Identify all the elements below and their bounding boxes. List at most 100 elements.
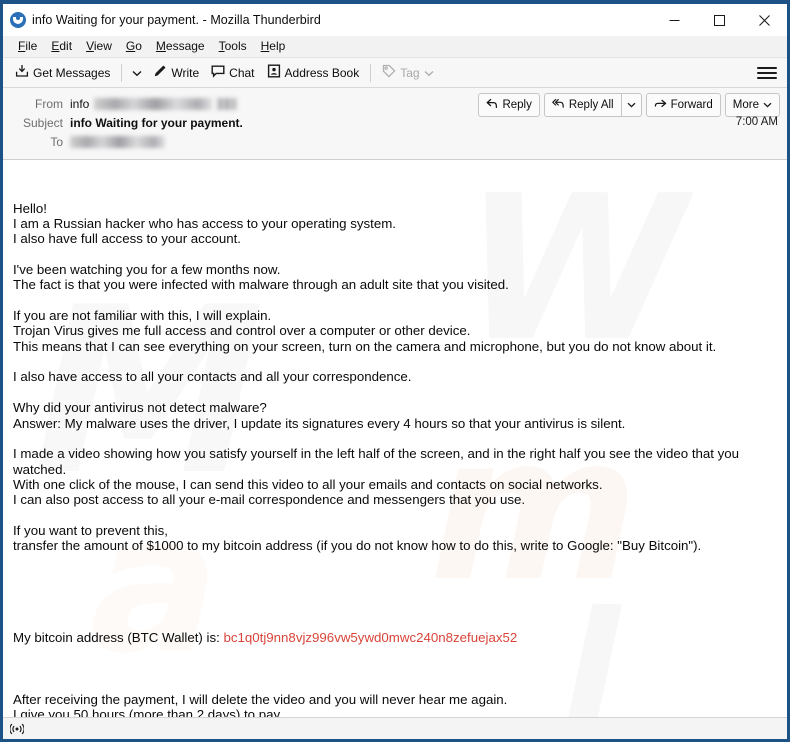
- from-value[interactable]: info: [70, 96, 238, 111]
- broadcast-signal-icon[interactable]: [9, 722, 25, 736]
- body-line: I also have full access to your account.: [13, 231, 241, 247]
- email-body-text: Hello! I am a Russian hacker who has acce…: [13, 170, 777, 717]
- body-line: I made a video showing how you satisfy y…: [13, 446, 743, 477]
- app-menu-button[interactable]: [755, 65, 779, 81]
- menu-message[interactable]: Message: [149, 36, 212, 57]
- chevron-down-icon: [424, 66, 434, 80]
- download-inbox-icon: [15, 64, 29, 81]
- get-messages-label: Get Messages: [33, 65, 111, 80]
- body-blank-line: [13, 247, 777, 262]
- reply-all-group: Reply All: [543, 93, 642, 117]
- body-blank-line: [13, 431, 777, 446]
- message-actions: Reply Reply All Forward More: [478, 93, 780, 117]
- body-line: I also have access to all your contacts …: [13, 369, 412, 385]
- chat-label: Chat: [229, 65, 255, 80]
- write-label: Write: [171, 65, 200, 80]
- chevron-down-icon: [763, 99, 772, 111]
- body-blank-line: [13, 508, 777, 523]
- body-line: If you want to prevent this,: [13, 522, 168, 538]
- forward-label: Forward: [670, 99, 713, 111]
- chevron-down-icon: [627, 99, 636, 111]
- subject-value: info Waiting for your payment.: [70, 115, 243, 130]
- body-blank-line: [13, 354, 777, 369]
- bitcoin-address-prefix: My bitcoin address (BTC Wallet) is:: [13, 630, 224, 646]
- window-title: info Waiting for your payment. - Mozilla…: [32, 13, 321, 27]
- tag-button[interactable]: Tag: [376, 62, 439, 83]
- body-blank-line: [13, 584, 777, 599]
- bitcoin-address-value[interactable]: bc1q0tj9nn8vjz996vw5ywd0mwc240n8zefuejax…: [223, 630, 517, 645]
- maximize-icon[interactable]: [697, 4, 742, 36]
- address-book-icon: [267, 64, 281, 81]
- body-line: This means that I can see everything on …: [13, 338, 717, 354]
- message-body: W M m a l Hello!I am a Russian hacker wh…: [3, 160, 787, 717]
- pencil-icon: [153, 64, 167, 81]
- close-icon[interactable]: [742, 4, 787, 36]
- reply-label: Reply: [502, 99, 532, 111]
- tag-label: Tag: [400, 65, 420, 80]
- reply-button[interactable]: Reply: [478, 93, 540, 117]
- body-blank-line: [13, 676, 777, 691]
- tag-icon: [382, 64, 396, 81]
- body-line: Why did your antivirus not detect malwar…: [13, 400, 267, 416]
- reply-all-button[interactable]: Reply All: [543, 93, 621, 117]
- chevron-down-icon: [132, 64, 142, 82]
- body-line: If you are not familiar with this, I wil…: [13, 308, 272, 324]
- menu-bar: File Edit View Go Message Tools Help: [3, 36, 787, 58]
- body-lines-before-address: Hello! I am a Russian hacker who has acce…: [13, 201, 777, 554]
- thunderbird-logo-icon: [10, 12, 26, 28]
- reply-all-arrow-icon: [552, 98, 565, 112]
- body-line: I can also post access to all your e-mai…: [13, 492, 526, 508]
- body-line: Hello!: [13, 200, 47, 216]
- from-display-name: info: [70, 96, 90, 111]
- reply-arrow-icon: [486, 98, 498, 112]
- menu-view[interactable]: View: [79, 36, 119, 57]
- body-line: The fact is that you were infected with …: [13, 277, 509, 293]
- get-messages-dropdown[interactable]: [127, 62, 147, 84]
- menu-file[interactable]: File: [11, 36, 44, 57]
- bitcoin-address-line: My bitcoin address (BTC Wallet) is: bc1q…: [13, 630, 777, 645]
- more-button[interactable]: More: [724, 93, 780, 117]
- to-value[interactable]: [70, 135, 165, 148]
- to-label: To: [50, 134, 63, 149]
- body-line: I give you 50 hours (more than 2 days) t…: [13, 707, 283, 717]
- thunderbird-window: info Waiting for your payment. - Mozilla…: [0, 0, 790, 742]
- body-line: Answer: My malware uses the driver, I up…: [13, 415, 626, 431]
- body-blank-line: [13, 293, 777, 308]
- body-line: Trojan Virus gives me full access and co…: [13, 323, 471, 339]
- body-line: With one click of the mouse, I can send …: [13, 476, 603, 492]
- body-line: I am a Russian hacker who has access to …: [13, 216, 396, 232]
- body-line: I've been watching you for a few months …: [13, 262, 281, 278]
- window-controls: [652, 4, 787, 36]
- forward-button[interactable]: Forward: [645, 93, 721, 117]
- menu-go[interactable]: Go: [119, 36, 149, 57]
- forward-arrow-icon: [654, 98, 667, 112]
- body-blank-line: [13, 385, 777, 400]
- more-label: More: [732, 99, 759, 111]
- body-line: After receiving the payment, I will dele…: [13, 691, 508, 707]
- from-label: From: [35, 96, 63, 111]
- message-header: From info Subject info Waiting for your …: [3, 88, 787, 160]
- from-address-redacted-tail: [217, 97, 238, 110]
- reply-all-label: Reply All: [568, 99, 614, 111]
- reply-all-dropdown[interactable]: [620, 93, 642, 117]
- subject-label: Subject: [22, 115, 63, 130]
- get-messages-button[interactable]: Get Messages: [9, 62, 116, 83]
- speech-bubble-icon: [211, 64, 225, 81]
- title-bar: info Waiting for your payment. - Mozilla…: [3, 4, 787, 36]
- chat-button[interactable]: Chat: [205, 62, 260, 83]
- status-bar: [3, 717, 787, 739]
- write-button[interactable]: Write: [147, 62, 205, 83]
- address-book-button[interactable]: Address Book: [261, 62, 366, 83]
- to-address-redacted: [70, 135, 165, 148]
- message-time: 7:00 AM: [735, 116, 778, 128]
- toolbar-separator: [121, 63, 123, 82]
- from-address-redacted: [94, 97, 213, 110]
- body-lines-after-address: After receiving the payment, I will dele…: [13, 676, 777, 717]
- main-toolbar: Get Messages Write Chat Address Book Tag: [3, 58, 787, 88]
- menu-tools[interactable]: Tools: [212, 36, 254, 57]
- menu-help[interactable]: Help: [254, 36, 293, 57]
- body-line: transfer the amount of $1000 to my bitco…: [13, 538, 702, 554]
- address-book-label: Address Book: [284, 65, 360, 80]
- menu-edit[interactable]: Edit: [44, 36, 79, 57]
- minimize-icon[interactable]: [652, 4, 697, 36]
